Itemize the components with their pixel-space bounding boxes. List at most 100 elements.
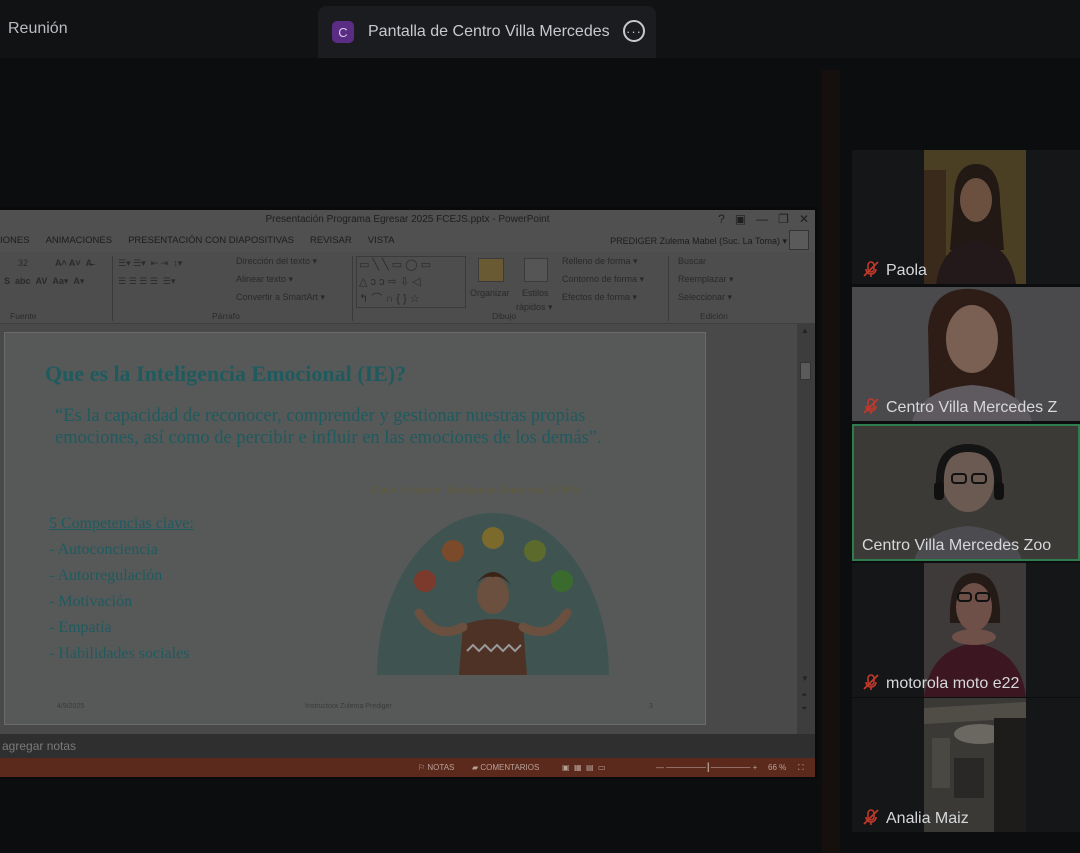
mic-off-icon	[863, 398, 879, 414]
participant-tile-active-speaker[interactable]: Centro Villa Mercedes Zoo	[852, 424, 1080, 561]
notes-button-label: NOTAS	[427, 763, 455, 772]
list-icons[interactable]: ☰▾ ☰▾ ⇤ ⇥ ↕▾	[118, 258, 182, 269]
align-icons[interactable]: ☰ ☰ ☰ ☰ ☰▾	[118, 276, 175, 287]
ribbon: 32 A˄ A˅ A̶ S abc AV Aa▾ A▾ Fuente ☰▾ ☰▾…	[0, 252, 815, 324]
comments-button[interactable]: ▰ COMENTARIOS	[472, 758, 539, 777]
tab-slideshow[interactable]: PRESENTACIÓN CON DIAPOSITIVAS	[128, 232, 294, 250]
zoom-slider[interactable]: — ───────┃─────── +	[656, 758, 757, 777]
text-direction-button[interactable]: Dirección del texto ▾	[236, 256, 317, 267]
ribbon-separator	[112, 256, 113, 321]
slide-citation: Daniel Goleman "Inteligencia Emocional" …	[371, 485, 580, 496]
notes-icon: ⚐	[418, 763, 428, 772]
window-controls: ? ▣ — ❐ ✕	[718, 212, 809, 226]
competencies-title: 5 Competencias clave:	[49, 515, 194, 532]
group-drawing: Dibujo	[492, 311, 517, 321]
quick-styles-label[interactable]: Estilos	[522, 288, 549, 298]
competency-item: - Autoconciencia	[49, 541, 158, 558]
competency-item: - Habilidades sociales	[49, 645, 190, 662]
mic-off-icon	[863, 809, 879, 825]
help-icon[interactable]: ?	[718, 212, 725, 226]
slide-footer-date: 4/9/2025	[57, 703, 85, 710]
close-icon[interactable]: ✕	[799, 212, 809, 226]
competency-item: - Autorregulación	[49, 567, 163, 584]
grow-font-icon[interactable]: A˄ A˅ A̶	[55, 258, 92, 268]
fit-slide-icon[interactable]: ⛶	[798, 758, 804, 777]
window-title: Presentación Programa Egresar 2025 FCEJS…	[265, 214, 550, 225]
presenter-avatar-badge: C	[332, 21, 354, 43]
tab-screen-share[interactable]: C Pantalla de Centro Villa Mercedes ···	[318, 6, 656, 58]
slide-editor: Que es la Inteligencia Emocional (IE)? “…	[0, 324, 797, 734]
stage-divider	[822, 70, 840, 853]
quick-styles-icon[interactable]	[524, 258, 548, 282]
group-editing: Edición	[700, 311, 728, 321]
participant-tile[interactable]: Paola	[852, 150, 1080, 284]
scroll-thumb[interactable]	[800, 362, 811, 380]
participant-tile[interactable]: Analia Maiz	[852, 698, 1080, 832]
shape-effects-button[interactable]: Efectos de forma ▾	[562, 292, 637, 303]
tab-review[interactable]: REVISAR	[310, 232, 352, 250]
current-slide[interactable]: Que es la Inteligencia Emocional (IE)? “…	[4, 332, 706, 725]
mic-off-icon	[863, 674, 879, 690]
shared-screen: Presentación Programa Egresar 2025 FCEJS…	[0, 207, 818, 779]
status-bar: ⚐ NOTAS ▰ COMENTARIOS ▣ ▦ ▤ ▭ — ───────┃…	[0, 758, 815, 777]
emotions-illustration	[377, 513, 609, 675]
minimize-icon[interactable]: —	[756, 212, 768, 226]
participant-name: motorola moto e22	[886, 675, 1020, 692]
meeting-label: Reunión	[8, 20, 68, 37]
next-slide-icon[interactable]: ⏷	[801, 704, 807, 714]
slide-footer-author: Instructora Zulema Prediger	[305, 703, 392, 710]
notes-placeholder: agregar notas	[2, 739, 77, 753]
vertical-scrollbar[interactable]: ▲ ▼ ⏶ ⏷	[797, 324, 815, 734]
more-options-icon[interactable]: ···	[623, 20, 645, 42]
zoom-level[interactable]: 66 %	[768, 758, 786, 777]
participant-video	[924, 150, 1026, 284]
shape-fill-button[interactable]: Relleno de forma ▾	[562, 256, 638, 267]
find-button[interactable]: Buscar	[678, 256, 706, 266]
participant-tile[interactable]: motorola moto e22	[852, 563, 1080, 697]
view-buttons[interactable]: ▣ ▦ ▤ ▭	[562, 758, 606, 777]
group-paragraph: Párrafo	[212, 311, 240, 321]
ribbon-separator	[668, 256, 669, 321]
prev-slide-icon[interactable]: ⏶	[801, 690, 807, 700]
participant-name: Paola	[886, 262, 927, 279]
tab-meeting[interactable]: Reunión	[0, 0, 310, 58]
slide-number: 3	[649, 703, 653, 710]
participant-tile[interactable]: Centro Villa Mercedes Z	[852, 287, 1080, 421]
scroll-down-icon[interactable]: ▼	[801, 674, 809, 683]
group-font: Fuente	[10, 311, 37, 321]
scroll-up-icon[interactable]: ▲	[801, 326, 809, 335]
quick-styles-label-2[interactable]: rápidos ▾	[516, 302, 553, 313]
tab-view[interactable]: VISTA	[368, 232, 395, 250]
mic-off-icon	[863, 261, 879, 277]
account-avatar[interactable]	[789, 230, 809, 250]
select-button[interactable]: Seleccionar ▾	[678, 292, 732, 303]
tab-animations[interactable]: ANIMACIONES	[46, 232, 113, 250]
font-format-icons[interactable]: S abc AV Aa▾ A▾	[4, 276, 84, 287]
slide-heading: Que es la Inteligencia Emocional (IE)?	[45, 361, 407, 386]
shape-outline-button[interactable]: Contorno de forma ▾	[562, 274, 644, 285]
comments-button-label: COMENTARIOS	[480, 763, 540, 772]
organize-icon[interactable]	[478, 258, 504, 282]
font-size-field[interactable]: 32	[18, 258, 28, 268]
slide-quote: “Es la capacidad de reconocer, comprende…	[55, 406, 602, 448]
participant-silhouette	[924, 164, 1016, 284]
align-text-button[interactable]: Alinear texto ▾	[236, 274, 293, 285]
notes-button[interactable]: ⚐ NOTAS	[418, 758, 454, 777]
restore-icon[interactable]: ❐	[778, 212, 789, 226]
ribbon-separator	[352, 256, 353, 321]
ribbon-display-icon[interactable]: ▣	[735, 212, 746, 226]
organize-button[interactable]: Organizar	[470, 288, 510, 298]
tab-transitions[interactable]: IONES	[0, 232, 30, 250]
shapes-gallery[interactable]: ▭ ╲ ╲ ▭ ◯ ▭ △ ↄ ↄ ⇨ ⇩ ◁ ↰ ⌒ ∩ { } ☆	[356, 256, 466, 308]
replace-button[interactable]: Reemplazar ▾	[678, 274, 734, 285]
competency-item: - Motivación	[49, 593, 133, 610]
competency-item: - Empatía	[49, 619, 112, 636]
participant-name: Centro Villa Mercedes Z	[886, 399, 1058, 416]
notes-pane[interactable]: agregar notas	[0, 734, 815, 758]
topbar: Reunión C Pantalla de Centro Villa Merce…	[0, 0, 1080, 58]
convert-smartart-button[interactable]: Convertir a SmartArt ▾	[236, 292, 325, 303]
participant-name: Analia Maiz	[886, 810, 969, 827]
participant-name: Centro Villa Mercedes Zoo	[862, 537, 1052, 554]
share-title: Pantalla de Centro Villa Mercedes	[368, 23, 610, 40]
account-name[interactable]: PREDIGER Zulema Mabel (Suc. La Toma) ▾	[610, 232, 787, 250]
